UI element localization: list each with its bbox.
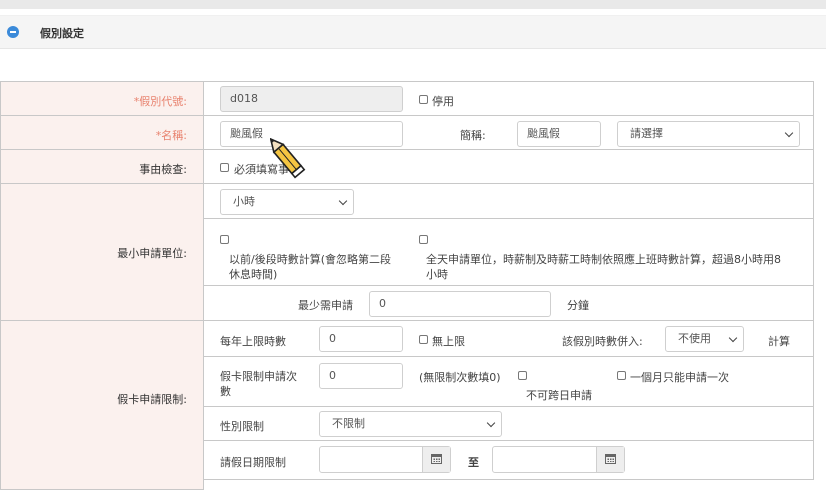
count-limit-hint: (無限制次數填0)	[419, 371, 501, 384]
no-cross-day-checkbox[interactable]	[518, 371, 527, 380]
leave-limit-label-cell: 假卡申請限制:	[0, 320, 204, 490]
chevron-down-icon	[728, 333, 738, 343]
min-request-unit: 分鐘	[567, 299, 589, 312]
option-b-checkbox[interactable]	[419, 235, 428, 244]
date-limit-label: 請假日期限制	[220, 456, 286, 469]
leave-code-label-cell: *假別代號:	[0, 81, 204, 116]
merge-select[interactable]: 不使用	[665, 326, 744, 352]
pencil-cursor-icon	[270, 138, 306, 179]
disable-label: 停用	[432, 95, 454, 108]
annual-max-label: 每年上限時數	[220, 335, 286, 348]
option-a-line2: 休息時間)	[229, 268, 278, 281]
once-per-month-checkbox[interactable]	[617, 371, 626, 380]
min-request-label: 最少需申請	[298, 299, 353, 312]
short-name-label: 簡稱:	[460, 129, 486, 142]
unit-select[interactable]: 小時	[220, 189, 354, 215]
reason-check-label-cell: 事由檢查:	[0, 149, 204, 184]
option-b-line1: 全天申請單位，時薪制及時薪工時制依照應上班時數計算，超過8小時用8	[426, 253, 781, 266]
min-request-input[interactable]: 0	[369, 291, 551, 317]
chevron-down-icon	[338, 196, 348, 206]
calendar-icon	[605, 454, 616, 464]
gender-limit-cell: 性別限制 不限制	[203, 406, 814, 441]
top-strip	[0, 0, 826, 9]
min-unit-label-cell: 最小申請單位:	[0, 183, 204, 321]
annual-max-input[interactable]: 0	[319, 326, 403, 352]
date-to-label: 至	[468, 456, 479, 469]
category-select-value: 請選擇	[630, 127, 663, 140]
reason-required-checkbox[interactable]	[220, 163, 229, 172]
category-select[interactable]: 請選擇	[617, 121, 800, 147]
section-title: 假別設定	[40, 27, 84, 40]
merge-label: 該假別時數併入:	[562, 335, 643, 348]
date-end-calendar-button[interactable]	[596, 447, 624, 472]
chevron-down-icon	[486, 418, 496, 428]
unit-select-value: 小時	[233, 195, 255, 208]
leave-limit-label: 假卡申請限制:	[117, 393, 187, 406]
leave-code-value-cell: d018 停用	[203, 81, 814, 116]
count-limit-label-line2: 數	[220, 385, 231, 398]
count-limit-cell: 假卡限制申請次 數 0 (無限制次數填0) 不可跨日申請 一個月只能申請一次	[203, 356, 814, 407]
once-per-month-label: 一個月只能申請一次	[630, 371, 729, 384]
short-name-input[interactable]: 颱風假	[517, 121, 601, 147]
date-start-calendar-button[interactable]	[422, 447, 450, 472]
option-a-checkbox[interactable]	[220, 235, 229, 244]
collapse-icon[interactable]	[7, 26, 19, 38]
option-b-line2: 小時	[426, 268, 448, 281]
calc-label: 計算	[768, 335, 790, 348]
leave-settings-form: *假別代號: d018 停用 *名稱: 颱風假 簡稱: 颱風假 請選擇 事由檢查…	[0, 81, 814, 490]
min-request-cell: 最少需申請 0 分鐘	[203, 285, 814, 321]
no-limit-label: 無上限	[432, 335, 465, 348]
gender-limit-label: 性別限制	[220, 420, 264, 433]
name-input[interactable]: 颱風假	[220, 121, 403, 147]
date-end-input[interactable]	[492, 446, 625, 473]
section-header: 假別設定	[0, 15, 826, 49]
gender-select-value: 不限制	[332, 417, 365, 430]
gender-select[interactable]: 不限制	[319, 411, 502, 437]
min-unit-options-cell: 以前/後段時數計算(會忽略第二段 休息時間) 全天申請單位，時薪制及時薪工時制依…	[203, 218, 814, 286]
count-limit-label-line1: 假卡限制申請次	[220, 370, 297, 383]
merge-select-value: 不使用	[678, 332, 711, 345]
date-limit-cell: 請假日期限制 至	[203, 440, 814, 480]
name-label: *名稱:	[155, 129, 187, 142]
no-cross-day-label: 不可跨日申請	[526, 389, 592, 402]
min-unit-select-cell: 小時	[203, 183, 814, 219]
no-limit-checkbox[interactable]	[419, 335, 428, 344]
leave-code-label: *假別代號:	[133, 95, 187, 108]
min-unit-label: 最小申請單位:	[117, 247, 187, 260]
option-a-line1: 以前/後段時數計算(會忽略第二段	[229, 253, 391, 266]
calendar-icon	[431, 454, 442, 464]
name-label-cell: *名稱:	[0, 115, 204, 150]
chevron-down-icon	[784, 128, 794, 138]
annual-max-cell: 每年上限時數 0 無上限 該假別時數併入: 不使用 計算	[203, 320, 814, 357]
leave-code-input[interactable]: d018	[220, 86, 403, 112]
count-limit-input[interactable]: 0	[319, 363, 403, 389]
disable-checkbox[interactable]	[419, 95, 428, 104]
date-start-input[interactable]	[319, 446, 451, 473]
reason-check-label: 事由檢查:	[139, 163, 187, 176]
